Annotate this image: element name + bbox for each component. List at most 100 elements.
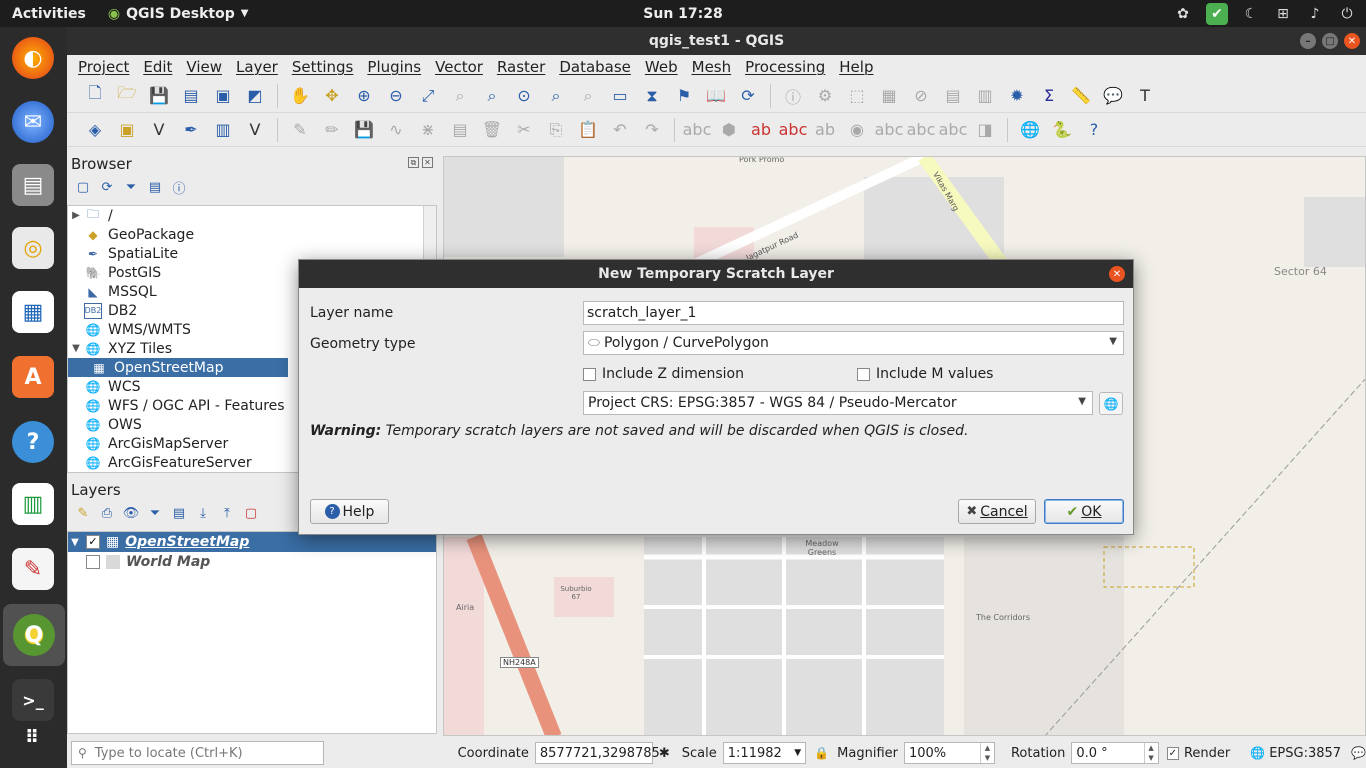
app-menu[interactable]: ◉ QGIS Desktop ▼ [108,6,249,22]
delete-selected-icon[interactable]: 🗑 [478,116,506,144]
label-pin-icon[interactable]: ⬢ [715,116,743,144]
highlight-pinned-labels-icon[interactable]: ab [747,116,775,144]
tree-item[interactable]: ▶ 🗀 / [68,206,436,225]
filter-legend-icon[interactable]: ⏷ [147,505,163,521]
zoom-selection-icon[interactable]: ⌕ [446,82,474,110]
map-tips-icon[interactable]: 💬 [1099,82,1127,110]
paste-features-icon[interactable]: 📋 [574,116,602,144]
maximize-icon[interactable]: □ [1322,33,1338,49]
minimize-icon[interactable]: – [1300,33,1316,49]
show-hide-labels-icon[interactable]: abc [779,116,808,144]
crs-button[interactable]: EPSG:3857 [1269,746,1341,761]
activities-button[interactable]: Activities [12,6,86,22]
zoom-next-icon[interactable]: ⌕ [574,82,602,110]
layer-item-world-map[interactable]: World Map [68,552,436,572]
identify-icon[interactable]: ⓘ [779,82,807,110]
menu-vector[interactable]: Vector [428,58,490,76]
color-wheel-icon[interactable]: ✿ [1174,5,1192,23]
add-group-icon[interactable]: ⎙ [99,505,115,521]
layer-name-input[interactable]: scratch_layer_1 [583,301,1124,325]
refresh-icon[interactable]: ⟳ [99,179,115,195]
new-project-icon[interactable]: 🗋 [81,82,109,110]
qgis-launcher[interactable]: Q [3,604,65,666]
close-icon[interactable]: ✕ [1344,33,1360,49]
help-launcher[interactable]: ? [8,417,58,467]
coordinate-field[interactable]: 8577721,3298785 [534,742,660,764]
label-properties-icon[interactable]: abc [907,116,936,144]
menu-help[interactable]: Help [832,58,880,76]
redo-icon[interactable]: ↷ [638,116,666,144]
measure-icon[interactable]: 📏 [1067,82,1095,110]
diagram-icon[interactable]: ◨ [971,116,999,144]
menu-web[interactable]: Web [638,58,685,76]
volume-icon[interactable]: ♪ [1306,5,1324,23]
data-source-manager-icon[interactable]: ◈ [81,116,109,144]
expand-arrow-icon[interactable]: ▶ [68,210,84,221]
filter-expression-icon[interactable]: ▤ [171,505,187,521]
text-editor-launcher[interactable]: ✎ [8,544,58,594]
update-check-icon[interactable]: ✔ [1206,2,1228,25]
menu-settings[interactable]: Settings [285,58,361,76]
undo-icon[interactable]: ↶ [606,116,634,144]
pan-icon[interactable]: ✋ [286,82,314,110]
power-icon[interactable]: ⏻ [1338,5,1356,23]
menu-edit[interactable]: Edit [136,58,179,76]
menu-mesh[interactable]: Mesh [685,58,739,76]
spatial-bookmark-icon[interactable]: ⚑ [670,82,698,110]
rotate-label-icon[interactable]: ◉ [843,116,871,144]
close-icon[interactable]: ✕ [1109,266,1125,282]
tree-item-selected[interactable]: ▦ OpenStreetMap [68,358,288,377]
pan-to-selection-icon[interactable]: ✥ [318,82,346,110]
new-shapefile-layer-icon[interactable]: V [145,116,173,144]
text-annotation-icon[interactable]: T [1131,82,1159,110]
menu-layer[interactable]: Layer [229,58,285,76]
move-label-icon[interactable]: ab [811,116,839,144]
include-m-checkbox[interactable]: Include M values [857,366,993,382]
properties-icon[interactable]: ⓘ [171,179,187,197]
digitize-icon[interactable]: ∿ [382,116,410,144]
toggle-editing-icon[interactable]: ✏ [318,116,346,144]
manage-themes-icon[interactable]: 👁 [123,505,140,521]
calc-launcher[interactable]: ▥ [8,479,58,529]
software-launcher[interactable]: A [8,352,58,402]
float-panel-icon[interactable]: ⧉ [408,157,419,168]
new-spatialite-layer-icon[interactable]: ✒ [177,116,205,144]
include-z-checkbox[interactable]: Include Z dimension [583,366,744,382]
new-print-layout-icon[interactable]: ▤ [177,82,205,110]
spin-arrows-icon[interactable]: ▲ ▼ [1143,743,1158,763]
zoom-full-icon[interactable]: ⤢ [414,82,442,110]
cancel-button[interactable]: ✖ Cancel [958,499,1036,524]
writer-launcher[interactable]: ▦ [8,287,58,337]
zoom-layer-icon[interactable]: ⌕ [478,82,506,110]
show-unplaced-labels-icon[interactable]: abc [939,116,968,144]
thunderbird-launcher[interactable]: ✉ [8,97,58,147]
deselect-icon[interactable]: ⊘ [907,82,935,110]
temporal-controller-icon[interactable]: ⧗ [638,82,666,110]
spin-arrows-icon[interactable]: ▲ ▼ [979,743,994,763]
save-edits-icon[interactable]: 💾 [350,116,378,144]
show-apps-button[interactable]: ⠿ [8,712,58,762]
field-calculator-icon[interactable]: ▥ [971,82,999,110]
night-light-icon[interactable]: ☾ [1242,5,1260,23]
cut-features-icon[interactable]: ✂ [510,116,538,144]
new-map-view-icon[interactable]: ▭ [606,82,634,110]
crs-selector-icon[interactable]: 🌐 [1099,392,1123,415]
current-edits-icon[interactable]: ✎ [286,116,314,144]
collapse-arrow-icon[interactable]: ▼ [68,537,82,548]
show-bookmarks-icon[interactable]: 📖 [702,82,730,110]
filter-icon[interactable]: ⏷ [123,179,139,195]
collapse-all-icon[interactable]: ⤒ [219,505,235,521]
layer-visibility-checkbox[interactable]: ✓ [86,535,100,549]
add-layer-icon[interactable]: ▢ [75,179,91,195]
lock-scale-icon[interactable]: 🔒 [814,746,829,760]
toolbox-icon[interactable]: ✹ [1003,82,1031,110]
ok-button[interactable]: ✔ OK [1044,499,1124,524]
zoom-out-icon[interactable]: ⊖ [382,82,410,110]
close-panel-icon[interactable]: ✕ [422,157,433,168]
menu-raster[interactable]: Raster [490,58,552,76]
new-temporary-layer-icon[interactable]: ▥ [209,116,237,144]
network-icon[interactable]: ⊞ [1274,5,1292,23]
crs-select[interactable]: Project CRS: EPSG:3857 - WGS 84 / Pseudo… [583,391,1093,415]
refresh-icon[interactable]: ⟳ [734,82,762,110]
rhythmbox-launcher[interactable]: ◎ [8,223,58,273]
